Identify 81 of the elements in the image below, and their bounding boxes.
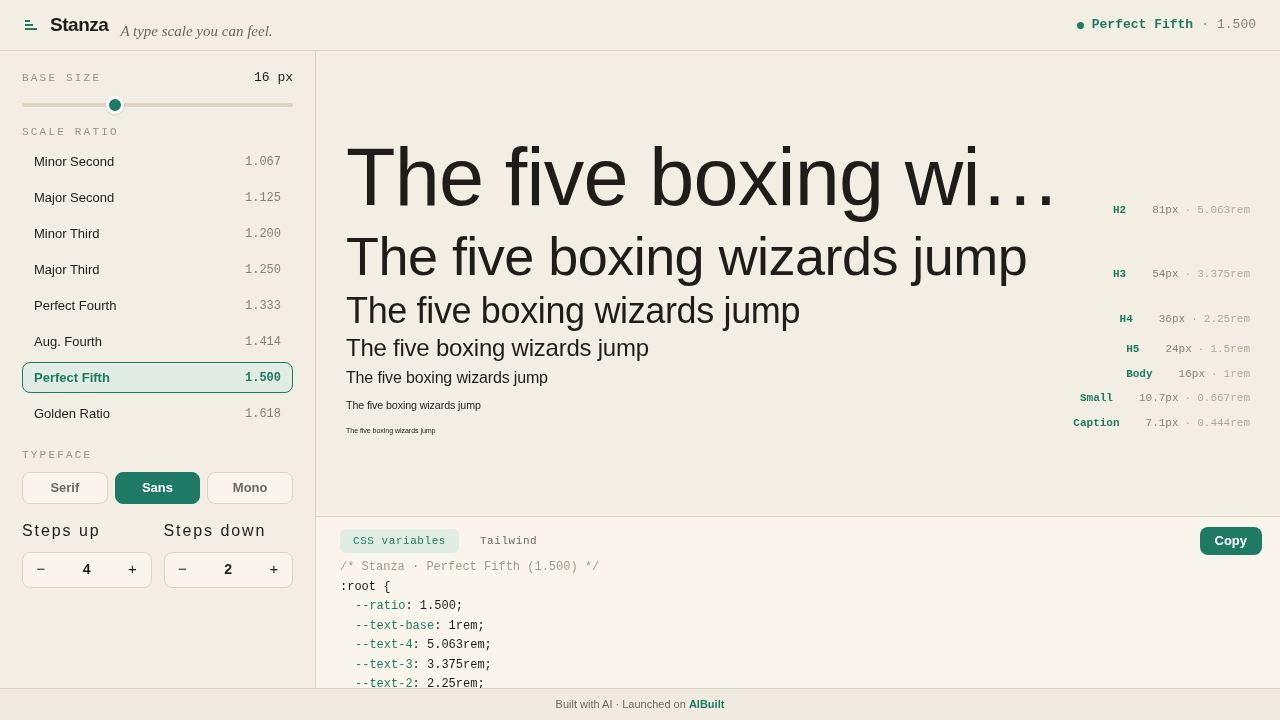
decrement-button[interactable]: − [172, 558, 193, 581]
ratio-item[interactable]: Minor Second 1.067 [22, 146, 293, 177]
size-rem: 0.444rem [1197, 415, 1250, 431]
footer-link[interactable]: AIBuilt [688, 696, 725, 713]
sample-text: The five boxing wizards jump [346, 226, 1028, 287]
section-label: SCALE RATIO [22, 124, 120, 140]
current-ratio-value: 1.500 [1217, 16, 1256, 35]
size-rem: 1rem [1223, 366, 1250, 382]
separator: · [1201, 16, 1209, 35]
increment-button[interactable]: + [264, 558, 284, 581]
stepper-label: Steps down [163, 520, 268, 541]
size-px: 54px [1152, 267, 1179, 283]
style-name: Caption [1073, 415, 1120, 431]
separator: · [1184, 391, 1192, 407]
current-ratio-name: Perfect Fifth [1091, 16, 1194, 35]
copy-button[interactable]: Copy [1199, 527, 1262, 555]
section-label: BASE SIZE [22, 70, 102, 86]
size-rem: 3.375rem [1197, 267, 1250, 283]
ratio-item[interactable]: Aug. Fourth 1.414 [22, 326, 293, 357]
size-px: 36px [1158, 311, 1186, 327]
ratio-item[interactable]: Perfect Fourth 1.333 [22, 290, 293, 321]
separator: · [1211, 366, 1218, 382]
css-variable-name: --text-3 [355, 656, 413, 674]
section-label: TYPEFACE [22, 448, 94, 463]
ratio-item[interactable]: Minor Third 1.200 [22, 218, 293, 249]
size-px: 10.7px [1138, 391, 1179, 407]
css-variable-name: --text-base [355, 617, 435, 635]
separator: · [1184, 267, 1192, 283]
code-line: :root { [340, 578, 391, 596]
stepper-value: 4 [82, 560, 91, 579]
css-variable-value: : 1.500; [405, 598, 464, 615]
size-px: 16px [1178, 366, 1205, 382]
app-title: Stanza [50, 12, 109, 37]
footer-text: Built with AI · Launched on [555, 697, 687, 713]
decrement-button[interactable]: − [31, 558, 51, 581]
separator: · [1191, 311, 1198, 327]
css-variable-name: --text-2 [355, 676, 413, 688]
separator: · [1184, 415, 1192, 431]
code-tab[interactable]: Tailwind [466, 529, 551, 553]
code-comment: /* Stanza · Perfect Fifth (1.500) */ [340, 559, 600, 576]
separator: · [1197, 342, 1205, 358]
tagline: A type scale you can feel. [120, 21, 273, 41]
typeface-option[interactable]: Mono [207, 471, 293, 504]
style-name: Body [1126, 366, 1153, 382]
slider-thumb[interactable] [105, 95, 124, 114]
separator: · [1184, 202, 1192, 218]
css-variable-value: : 1rem; [434, 617, 485, 635]
stepper-label: Steps up [22, 520, 102, 541]
slider[interactable] [22, 95, 293, 114]
ratio-item[interactable]: Major Second 1.125 [22, 182, 293, 213]
size-rem: 0.667rem [1197, 391, 1250, 407]
sample-text: The five boxing wizards jump [346, 290, 801, 332]
sample-text: The five boxing wi… [346, 131, 1060, 223]
typeface-option[interactable]: Serif [22, 471, 108, 504]
sample-text: The five boxing wizards jump [346, 368, 548, 387]
stepper-value: 2 [224, 560, 233, 579]
increment-button[interactable]: + [122, 558, 143, 581]
ratio-item[interactable]: Major Third 1.250 [22, 254, 293, 285]
css-variable-value: : 5.063rem; [412, 637, 492, 654]
code-tab[interactable]: CSS variables [340, 529, 459, 553]
size-px: 81px [1152, 202, 1179, 218]
size-rem: 5.063rem [1197, 202, 1250, 218]
style-name: H5 [1126, 342, 1140, 358]
typeface-option[interactable]: Sans [114, 471, 201, 504]
base-size-value: 16 px [254, 69, 293, 87]
size-rem: 1.5rem [1210, 342, 1250, 358]
style-name: H2 [1112, 202, 1127, 218]
style-name: Small [1079, 391, 1113, 407]
sample-text: The five boxing wizards jump [346, 398, 481, 411]
size-rem: 2.25rem [1203, 311, 1250, 327]
sample-text: The five boxing wizards jump [346, 335, 649, 362]
logo-icon [24, 19, 38, 31]
size-px: 24px [1165, 342, 1192, 358]
style-name: H3 [1112, 267, 1127, 283]
size-px: 7.1px [1145, 415, 1179, 431]
ratio-item[interactable]: Golden Ratio 1.618 [22, 398, 293, 429]
ratio-item[interactable]: Perfect Fifth 1.500 [22, 362, 293, 393]
css-variable-value: : 3.375rem; [412, 656, 492, 674]
style-name: H4 [1119, 311, 1133, 327]
css-variable-name: --ratio [355, 598, 406, 615]
css-variable-name: --text-4 [355, 637, 413, 654]
